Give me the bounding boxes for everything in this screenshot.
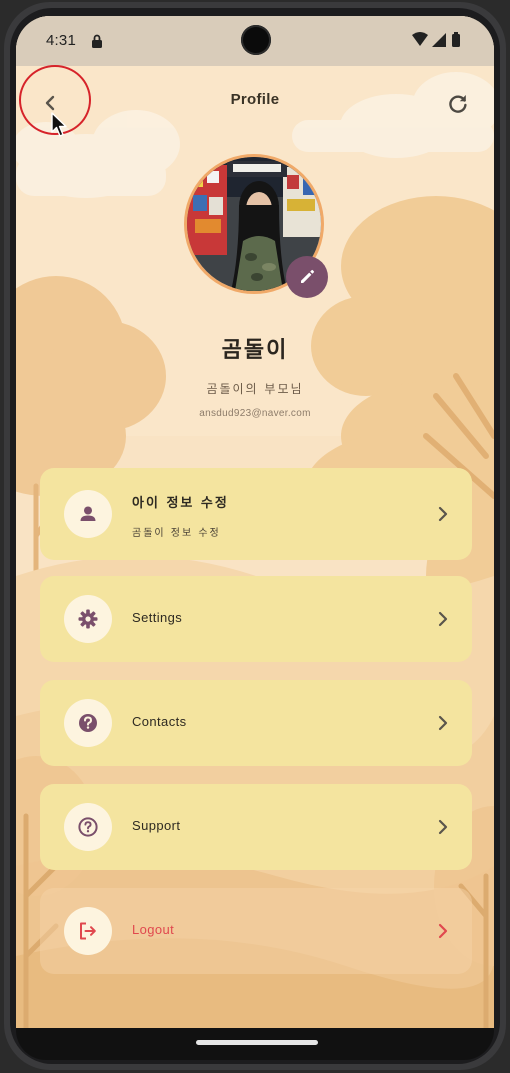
menu-item-contacts[interactable]: Contacts xyxy=(40,680,472,766)
profile-email: ansdud923@naver.com xyxy=(199,408,311,419)
menu-item-label: Contacts xyxy=(132,714,187,729)
person-icon xyxy=(80,506,96,521)
battery-icon xyxy=(452,34,460,47)
menu-icon-circle xyxy=(64,907,112,955)
chevron-right-icon xyxy=(438,611,448,627)
camera-cutout xyxy=(241,25,271,55)
help-filled-icon xyxy=(79,714,97,732)
menu-icon-circle xyxy=(64,699,112,747)
help-outline-icon xyxy=(78,817,98,837)
menu-item-child-info[interactable]: 아이 정보 수정 곰돌이 정보 수정 xyxy=(40,468,472,560)
menu-icon-circle xyxy=(64,490,112,538)
refresh-icon xyxy=(449,95,467,113)
mouse-cursor-icon xyxy=(51,112,67,137)
page-title: Profile xyxy=(230,91,280,108)
status-time: 4:31 xyxy=(46,32,76,49)
menu-item-support[interactable]: Support xyxy=(40,784,472,870)
menu-item-sublabel: 곰돌이 정보 수정 xyxy=(132,528,221,539)
home-indicator[interactable] xyxy=(196,1040,318,1045)
menu-icon-circle xyxy=(64,803,112,851)
refresh-button[interactable] xyxy=(444,89,472,117)
gear-icon xyxy=(78,609,98,629)
chevron-right-icon xyxy=(438,715,448,731)
menu-icon-circle xyxy=(64,595,112,643)
chevron-right-icon xyxy=(438,506,448,522)
chevron-right-icon xyxy=(438,923,448,939)
lock-icon xyxy=(92,34,102,48)
chevron-right-icon xyxy=(438,819,448,835)
profile-avatar-container xyxy=(184,154,330,300)
menu-item-label: Support xyxy=(132,818,181,833)
edit-avatar-button[interactable] xyxy=(286,256,328,298)
profile-subtitle: 곰돌이의 부모님 xyxy=(206,382,304,396)
profile-name: 곰돌이 xyxy=(221,338,289,363)
pencil-icon xyxy=(301,269,315,283)
logout-icon xyxy=(80,922,96,940)
signal-icon xyxy=(432,33,446,47)
menu-item-label: Logout xyxy=(132,922,175,937)
status-indicators xyxy=(412,32,460,47)
status-bar: 4:31 xyxy=(16,16,494,66)
menu-item-label: 아이 정보 수정 xyxy=(132,496,229,511)
screen: 4:31 Profile 곰돌이 곰돌이의 부모님 ansdud923@nave… xyxy=(16,16,494,1028)
wifi-icon xyxy=(412,32,428,46)
logout-button[interactable]: Logout xyxy=(40,888,472,974)
menu-item-label: Settings xyxy=(132,610,183,625)
menu-item-settings[interactable]: Settings xyxy=(40,576,472,662)
app-bar: Profile xyxy=(16,65,494,137)
